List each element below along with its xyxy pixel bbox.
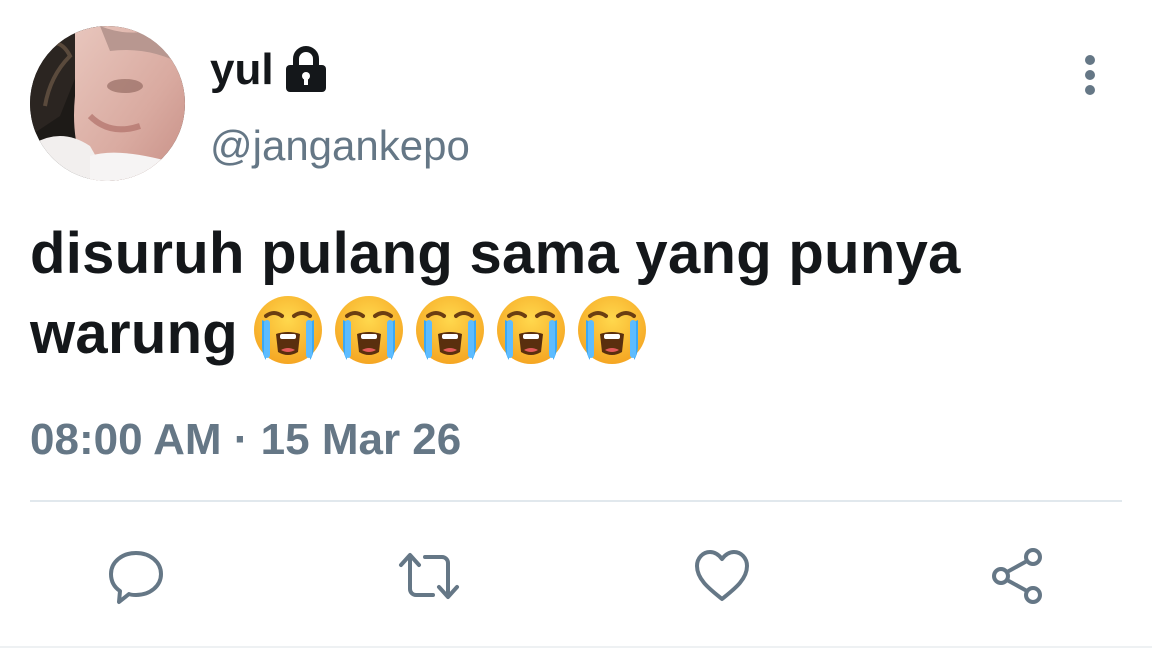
share-icon[interactable]: [982, 540, 1054, 612]
loudly-crying-face-icon: [495, 294, 567, 366]
tweet-text-line-1: disuruh pulang sama yang punya: [30, 221, 961, 286]
emoji-row: [252, 294, 657, 366]
avatar-photo: [30, 26, 185, 181]
loudly-crying-face-icon: [333, 294, 405, 366]
avatar[interactable]: [30, 26, 185, 181]
display-name[interactable]: yul: [210, 40, 274, 100]
tweet-text-line-2-word: warung: [30, 301, 239, 366]
loudly-crying-face-icon: [414, 294, 486, 366]
tweet-card: yul @jangankepo disuruh pulang sama yang…: [0, 0, 1152, 666]
retweet-icon[interactable]: [393, 540, 465, 612]
loudly-crying-face-icon: [252, 294, 324, 366]
reply-icon[interactable]: [100, 540, 172, 612]
heart-icon[interactable]: [686, 540, 758, 612]
more-vertical-icon[interactable]: [1070, 52, 1110, 98]
lock-icon: [284, 46, 328, 94]
divider: [30, 500, 1122, 502]
action-bar: [0, 540, 1152, 612]
tweet-text-line-2: warung: [30, 294, 1110, 374]
user-handle[interactable]: @jangankepo: [210, 118, 470, 174]
tweet-timestamp[interactable]: 08:00 AM · 15 Mar 26: [30, 412, 461, 468]
bottom-divider: [0, 646, 1152, 648]
display-name-row: yul: [210, 40, 328, 100]
loudly-crying-face-icon: [576, 294, 648, 366]
tweet-text: disuruh pulang sama yang punya warung: [30, 214, 1110, 374]
